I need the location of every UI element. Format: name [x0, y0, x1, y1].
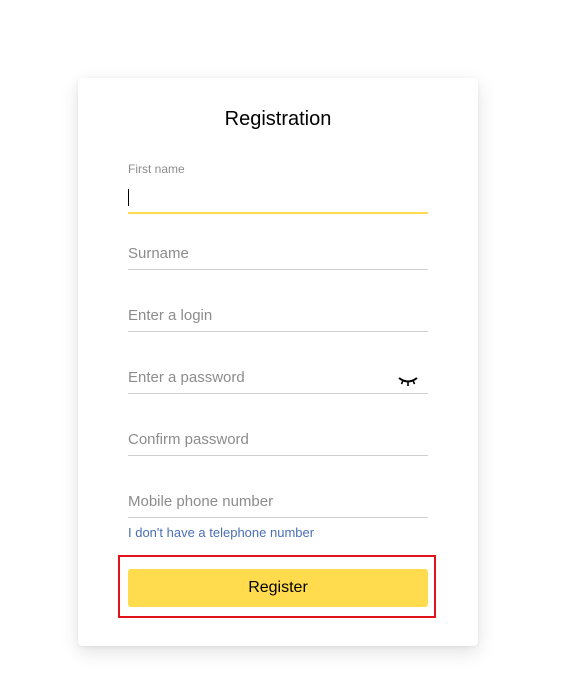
phone-placeholder: Mobile phone number — [128, 493, 274, 510]
eye-closed-icon[interactable] — [398, 374, 418, 386]
confirm-password-placeholder: Confirm password — [128, 431, 249, 448]
password-field[interactable]: Enter a password — [128, 357, 428, 394]
login-field[interactable]: Enter a login — [128, 295, 428, 332]
login-placeholder: Enter a login — [128, 307, 213, 324]
page-title: Registration — [224, 108, 332, 130]
text-caret — [128, 189, 129, 206]
no-phone-link[interactable]: I don't have a telephone number — [128, 525, 314, 540]
register-button[interactable]: Register — [128, 569, 428, 607]
first-name-label: First name — [128, 162, 185, 176]
surname-field[interactable]: Surname — [128, 233, 428, 270]
first-name-field[interactable]: First name — [128, 162, 428, 214]
surname-placeholder: Surname — [128, 245, 189, 262]
confirm-password-field[interactable]: Confirm password — [128, 419, 428, 456]
phone-field[interactable]: Mobile phone number — [128, 481, 428, 518]
password-placeholder: Enter a password — [128, 369, 245, 386]
